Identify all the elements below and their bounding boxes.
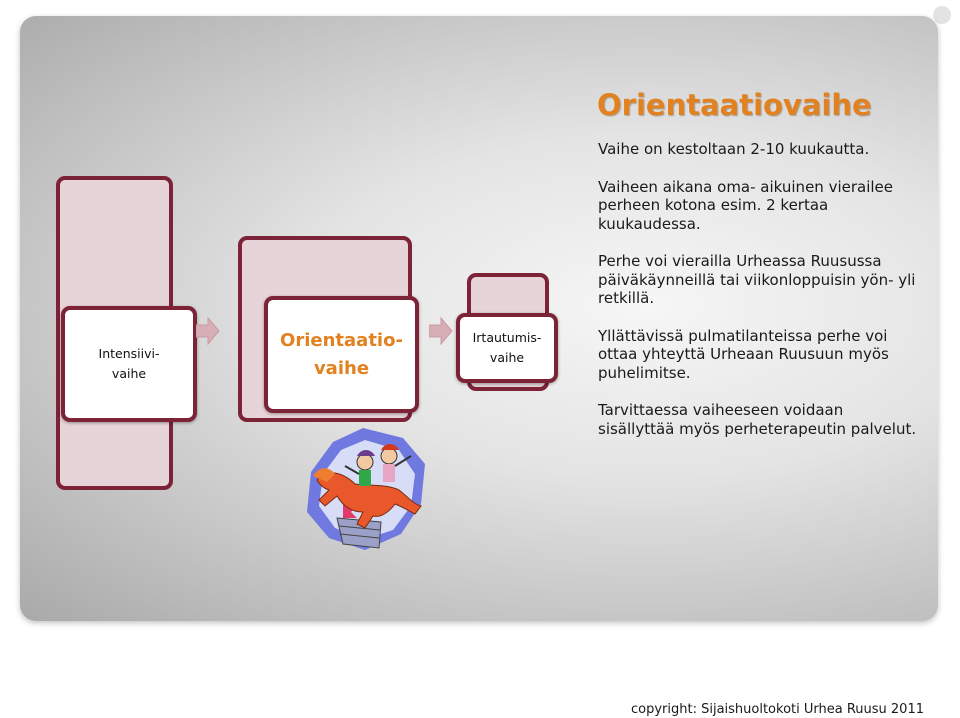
arrow-right-icon: [196, 317, 220, 345]
phase-1-label-line1: Intensiivi-: [98, 346, 160, 361]
phase-2-label-line1: Orientaatio-: [280, 329, 403, 351]
corner-decoration: [933, 6, 951, 24]
phase-3-box: Irtautumis- vaihe: [456, 313, 558, 383]
phase-2-label-line2: vaihe: [313, 357, 370, 379]
slide: Intensiivi- vaihe Orientaatio- vaihe Irt…: [20, 16, 938, 621]
paragraph-family-visits: Perhe voi vierailla Urheassa Ruusussa pä…: [598, 252, 916, 307]
clipart-children-riding-horse-icon: [307, 428, 425, 550]
description-text: Vaihe on kestoltaan 2-10 kuukautta. Vaih…: [598, 140, 918, 457]
paragraph-phone-contact: Yllättävissä pulmatilanteissa perhe voi …: [598, 326, 889, 382]
phase-3-label-line2: vaihe: [489, 350, 525, 365]
copyright-footer: copyright: Sijaishuoltokoti Urhea Ruusu …: [630, 702, 924, 717]
arrow-right-icon: [429, 317, 453, 345]
phase-1-label-line2: vaihe: [111, 366, 147, 381]
slide-title: Orientaatiovaihe: [597, 88, 872, 122]
paragraph-duration: Vaihe on kestoltaan 2-10 kuukautta.: [598, 140, 870, 158]
phase-3-label-line1: Irtautumis-: [472, 330, 542, 345]
phase-2-box: Orientaatio- vaihe: [264, 296, 419, 413]
paragraph-home-visits: Vaiheen aikana oma- aikuinen vierailee p…: [598, 177, 893, 233]
paragraph-family-therapy: Tarvittaessa vaiheeseen voidaan sisällyt…: [598, 401, 917, 438]
phase-1-box: Intensiivi- vaihe: [61, 306, 197, 422]
